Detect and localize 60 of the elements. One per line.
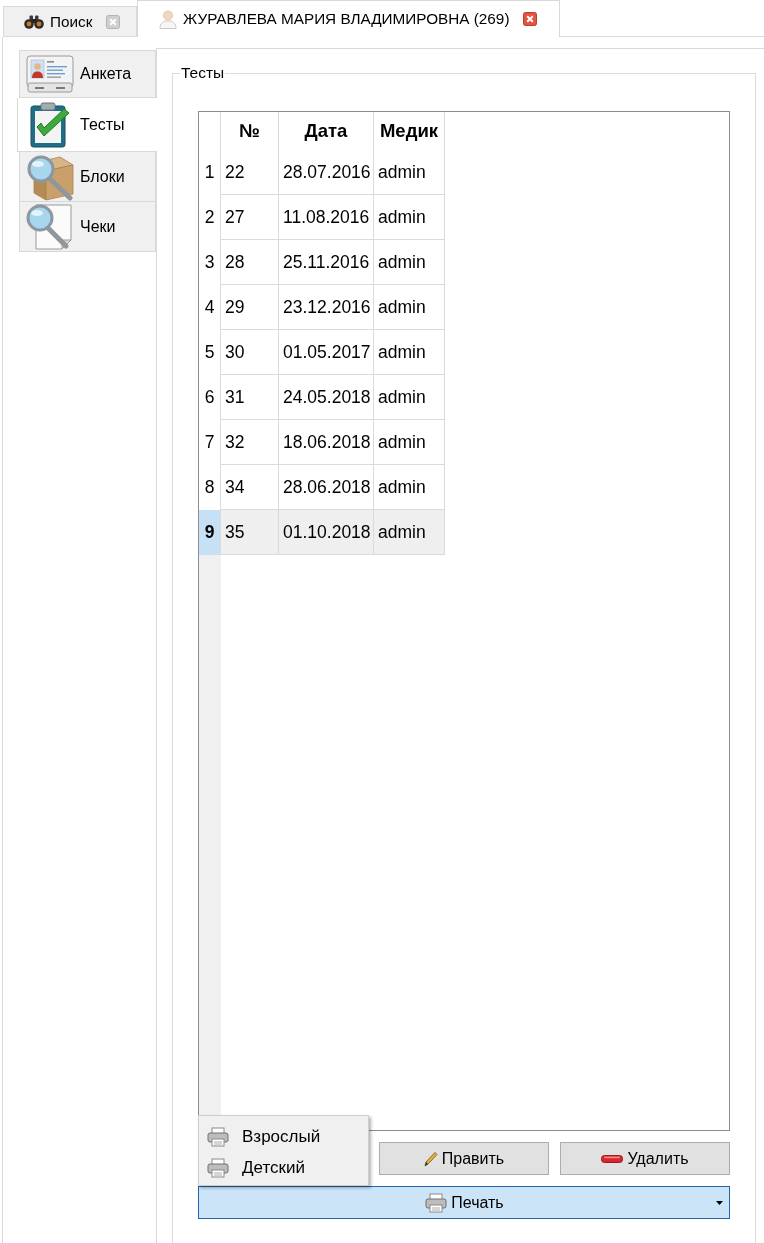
table-cell: 18.06.2018 [279, 420, 374, 465]
table-cell: 35 [221, 510, 279, 555]
print-button[interactable]: Печать [198, 1186, 730, 1219]
table-cell: admin [374, 330, 445, 375]
magnifier-page-icon [26, 203, 74, 250]
printer-icon [207, 1157, 229, 1178]
row-header[interactable]: 2 [199, 195, 221, 240]
menu-item[interactable]: Взрослый [199, 1121, 368, 1152]
row-header[interactable]: 9 [199, 510, 221, 555]
minus-icon [601, 1154, 624, 1163]
table-cell: admin [374, 420, 445, 465]
table-cell: admin [374, 150, 445, 195]
row-header[interactable]: 7 [199, 420, 221, 465]
table-cell: 01.05.2017 [279, 330, 374, 375]
group-title: Тесты [180, 64, 226, 82]
caret-icon [716, 1200, 723, 1205]
table-cell: 29 [221, 285, 279, 330]
table-cell: admin [374, 375, 445, 420]
table-cell: 27 [221, 195, 279, 240]
binoculars-icon [24, 14, 44, 29]
printer-icon [425, 1192, 448, 1213]
table-cell: 28.07.2016 [279, 150, 374, 195]
row-header[interactable]: 1 [199, 150, 221, 195]
person-icon [159, 9, 177, 29]
table-cell: admin [374, 285, 445, 330]
table-cell: 34 [221, 465, 279, 510]
side-tab[interactable]: Чеки [19, 202, 156, 252]
row-header[interactable]: 6 [199, 375, 221, 420]
table-cell: 24.05.2018 [279, 375, 374, 420]
table-cell: 23.12.2016 [279, 285, 374, 330]
table-cell: 22 [221, 150, 279, 195]
document-tab[interactable]: Поиск [3, 6, 137, 37]
table-cell: admin [374, 240, 445, 285]
table-cell: admin [374, 465, 445, 510]
row-header[interactable]: 5 [199, 330, 221, 375]
side-tab[interactable]: Тесты [17, 98, 157, 152]
row-header[interactable]: 8 [199, 465, 221, 510]
table-cell: 28 [221, 240, 279, 285]
table-cell: admin [374, 510, 445, 555]
table-cell: 01.10.2018 [279, 510, 374, 555]
menu-item[interactable]: Детский [199, 1152, 368, 1183]
side-tab[interactable]: Анкета [19, 50, 156, 98]
table-cell: 28.06.2018 [279, 465, 374, 510]
table-cell: 11.08.2016 [279, 195, 374, 240]
row-header[interactable]: 3 [199, 240, 221, 285]
id-card-icon [26, 55, 74, 93]
side-tab[interactable]: Блоки [19, 152, 156, 202]
table-cell: 25.11.2016 [279, 240, 374, 285]
table-cell: 30 [221, 330, 279, 375]
close-icon[interactable] [523, 12, 538, 26]
table-cell: 31 [221, 375, 279, 420]
table-cell: admin [374, 195, 445, 240]
printer-icon [207, 1126, 229, 1147]
pencil-icon [423, 1150, 438, 1167]
document-tab[interactable]: ЖУРАВЛЕВА МАРИЯ ВЛАДИМИРОВНА (269) [137, 0, 561, 37]
edit-button[interactable]: Править [379, 1142, 549, 1175]
row-header[interactable]: 4 [199, 285, 221, 330]
clipboard-check-icon [30, 101, 70, 148]
table-cell: 32 [221, 420, 279, 465]
delete-button[interactable]: Удалить [560, 1142, 730, 1175]
